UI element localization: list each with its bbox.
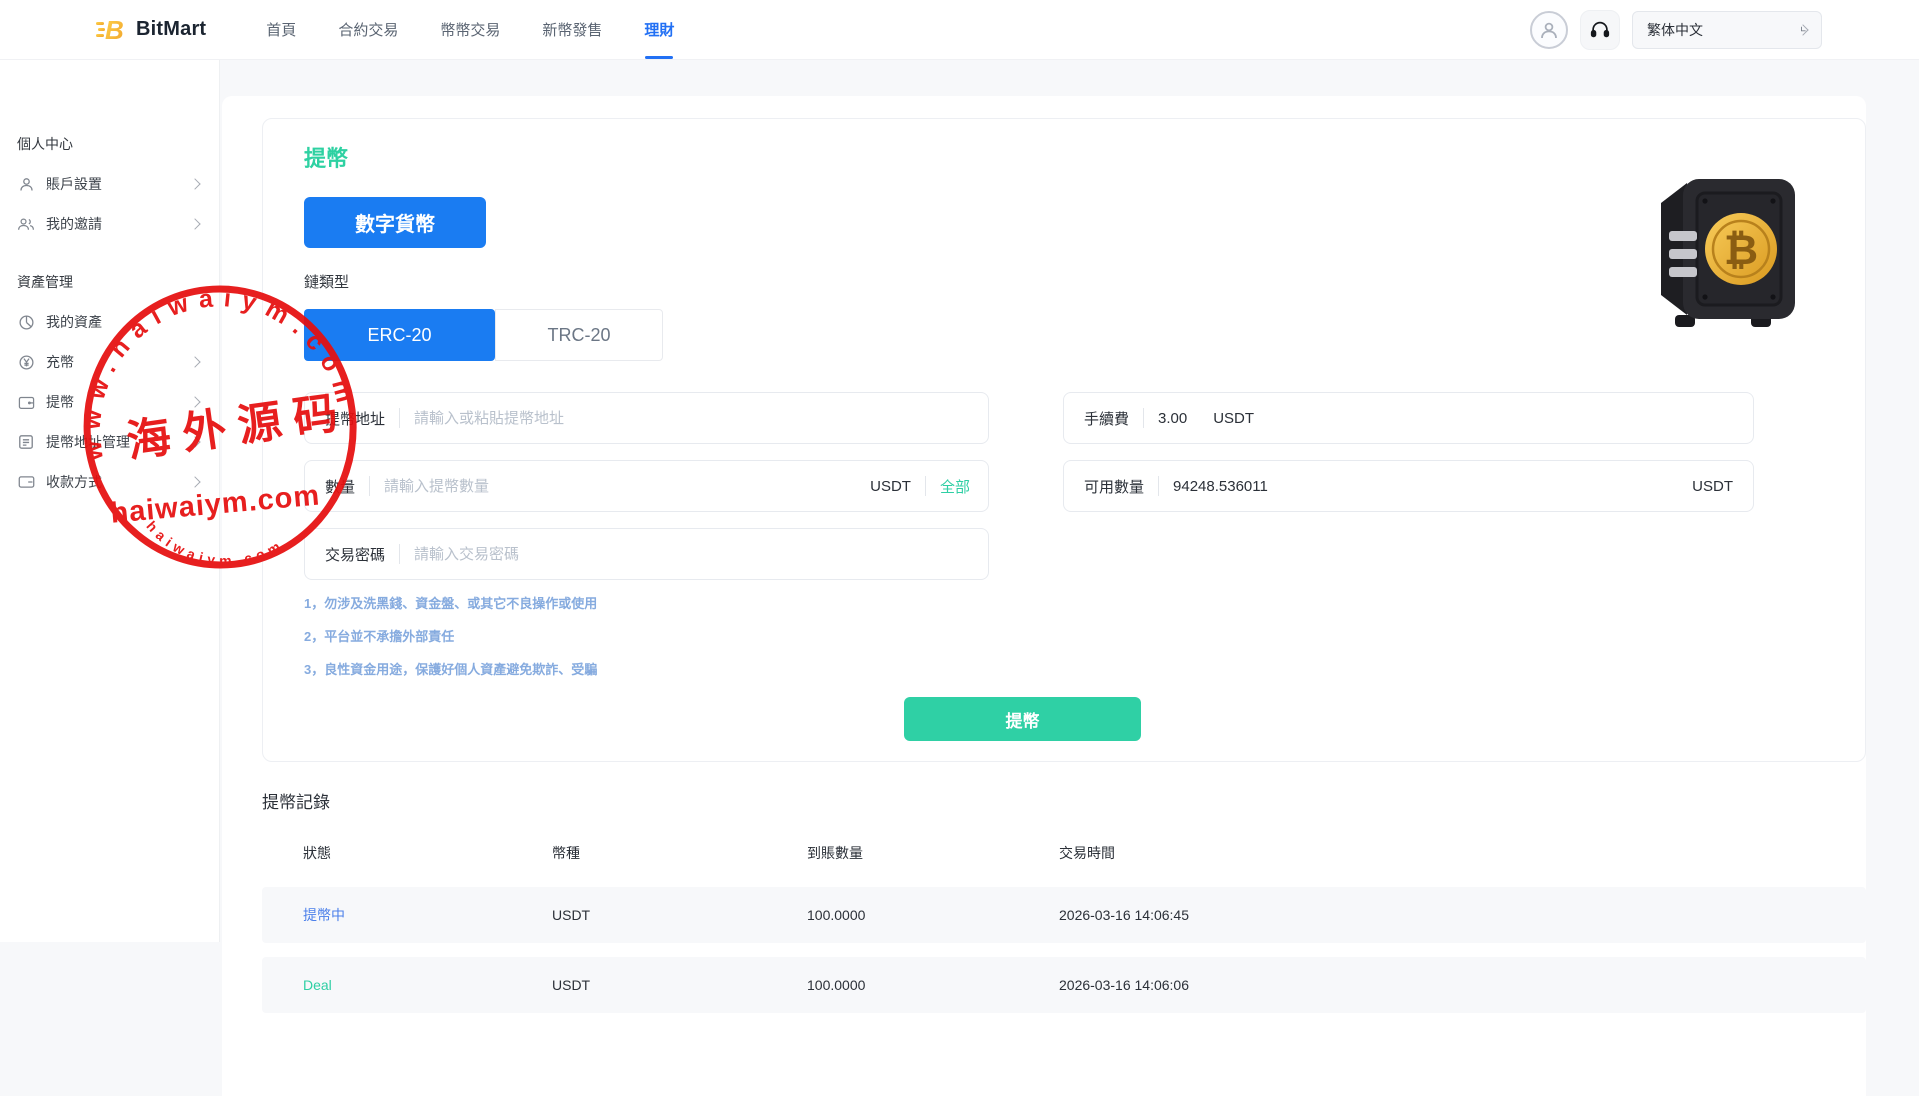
users-icon [17, 215, 35, 233]
table-row: 提幣中 USDT 100.0000 2026-03-16 14:06:45 [262, 887, 1866, 943]
notice-line-3: 3，良性資金用途，保護好個人資產避免欺詐、受騙 [304, 659, 597, 678]
withdraw-page: { "header": { "brand": "BitMart", "nav":… [0, 0, 1919, 942]
record-time: 2026-03-16 14:06:06 [1059, 977, 1866, 993]
chain-tabs: ERC-20 TRC-20 [304, 309, 663, 361]
chevron-right-icon [189, 436, 200, 447]
amount-label: 數量 [305, 476, 355, 497]
nav-wealth[interactable]: 理財 [644, 0, 674, 59]
svg-text:₿: ₿ [1724, 225, 1758, 274]
amount-input[interactable] [384, 478, 870, 495]
user-icon [17, 175, 35, 193]
record-coin: USDT [552, 977, 807, 993]
bitcoin-safe-illustration: ₿ [1651, 169, 1801, 333]
chevron-right-icon [189, 356, 200, 367]
sidebar-section-asset-management: 資產管理 [17, 268, 219, 296]
sidebar: 個人中心 賬戶設置 我的邀請 資產管理 我的資產 [0, 60, 220, 942]
record-status[interactable]: Deal [303, 977, 552, 993]
sidebar-item-withdraw-address[interactable]: 提幣地址管理 [0, 422, 219, 462]
record-time: 2026-03-16 14:06:45 [1059, 907, 1866, 923]
divider [399, 544, 400, 564]
notice-line-1: 1，勿涉及洗黑錢、資金盤、或其它不良操作或使用 [304, 593, 597, 612]
chain-tab-erc20[interactable]: ERC-20 [304, 309, 495, 361]
address-input[interactable] [414, 410, 988, 427]
withdraw-records-section: 提幣記錄 狀態 幣種 到賬數量 交易時間 提幣中 USDT 100.0000 2… [262, 788, 1866, 1013]
yen-circle-icon [17, 353, 35, 371]
fee-unit: USDT [1213, 410, 1254, 427]
divider [369, 476, 370, 496]
top-navbar: B BitMart 首頁 合約交易 幣幣交易 新幣發售 理財 繁体中文 [0, 0, 1919, 60]
sidebar-item-withdraw[interactable]: 提幣 [0, 382, 219, 422]
sidebar-item-my-assets[interactable]: 我的資產 [0, 302, 219, 342]
withdraw-form-card: 提幣 數字貨幣 鏈類型 ERC-20 TRC-20 提幣地址 數量 USDT 全… [262, 118, 1866, 762]
sidebar-item-payment-methods[interactable]: 收款方式 [0, 462, 219, 502]
card-icon [17, 473, 35, 491]
chevron-down-icon [1797, 24, 1808, 35]
nav-futures[interactable]: 合約交易 [338, 0, 398, 59]
header-actions: 繁体中文 [1530, 10, 1822, 50]
available-unit: USDT [1692, 478, 1733, 495]
withdraw-address-field: 提幣地址 [304, 392, 989, 444]
headset-icon[interactable] [1580, 10, 1620, 50]
page-title: 提幣 [304, 141, 348, 173]
trade-password-input[interactable] [414, 546, 988, 563]
col-amount: 到賬數量 [807, 843, 1059, 863]
nav-home[interactable]: 首頁 [266, 0, 296, 59]
chevron-right-icon [189, 396, 200, 407]
fee-field: 手續費 3.00 USDT [1063, 392, 1754, 444]
language-selector[interactable]: 繁体中文 [1632, 11, 1822, 49]
fee-value: 3.00 [1158, 410, 1187, 427]
divider [1158, 476, 1159, 496]
nav-new-listing[interactable]: 新幣發售 [542, 0, 602, 59]
chain-type-label: 鏈類型 [304, 271, 349, 292]
record-coin: USDT [552, 907, 807, 923]
digital-currency-tab[interactable]: 數字貨幣 [304, 197, 486, 248]
amount-field: 數量 USDT 全部 [304, 460, 989, 512]
sidebar-item-my-invites[interactable]: 我的邀請 [0, 204, 219, 244]
brand-logo[interactable]: B BitMart [96, 15, 206, 45]
brand-name: BitMart [136, 18, 206, 41]
bitmart-logo-icon: B [96, 15, 124, 45]
sidebar-item-account-settings[interactable]: 賬戶設置 [0, 164, 219, 204]
chevron-right-icon [189, 178, 200, 189]
user-avatar-icon[interactable] [1530, 11, 1568, 49]
notice-line-2: 2，平台並不承擔外部責任 [304, 626, 454, 645]
chevron-right-icon [189, 476, 200, 487]
table-row: Deal USDT 100.0000 2026-03-16 14:06:06 [262, 957, 1866, 1013]
records-table-header: 狀態 幣種 到賬數量 交易時間 [262, 833, 1866, 873]
col-time: 交易時間 [1059, 843, 1866, 863]
chevron-right-icon [189, 218, 200, 229]
svg-text:B: B [105, 15, 124, 45]
available-value: 94248.536011 [1173, 478, 1268, 495]
divider [925, 476, 926, 496]
amount-all-button[interactable]: 全部 [940, 476, 970, 497]
divider [1143, 408, 1144, 428]
record-amount: 100.0000 [807, 977, 1059, 993]
main-nav: 首頁 合約交易 幣幣交易 新幣發售 理財 [266, 0, 674, 59]
address-label: 提幣地址 [305, 408, 385, 429]
available-label: 可用數量 [1064, 476, 1144, 497]
password-label: 交易密碼 [305, 544, 385, 565]
pie-chart-icon [17, 313, 35, 331]
withdraw-submit-button[interactable]: 提幣 [904, 697, 1141, 741]
records-title: 提幣記錄 [262, 788, 1866, 813]
records-table: 狀態 幣種 到賬數量 交易時間 提幣中 USDT 100.0000 2026-0… [262, 833, 1866, 1013]
divider [399, 408, 400, 428]
main-content: 提幣 數字貨幣 鏈類型 ERC-20 TRC-20 提幣地址 數量 USDT 全… [222, 96, 1866, 1096]
sidebar-item-deposit[interactable]: 充幣 [0, 342, 219, 382]
language-value: 繁体中文 [1647, 20, 1703, 40]
record-amount: 100.0000 [807, 907, 1059, 923]
wallet-icon [17, 393, 35, 411]
trade-password-field: 交易密碼 [304, 528, 989, 580]
col-status: 狀態 [303, 843, 552, 863]
sidebar-section-personal-center: 個人中心 [17, 130, 219, 158]
available-amount-field: 可用數量 94248.536011 USDT [1063, 460, 1754, 512]
col-coin: 幣種 [552, 843, 807, 863]
active-tab-underline [645, 56, 673, 59]
document-icon [17, 433, 35, 451]
chain-tab-trc20[interactable]: TRC-20 [495, 309, 663, 361]
record-status[interactable]: 提幣中 [303, 905, 552, 925]
amount-unit: USDT [870, 478, 911, 495]
nav-spot[interactable]: 幣幣交易 [440, 0, 500, 59]
fee-label: 手續費 [1064, 408, 1129, 429]
